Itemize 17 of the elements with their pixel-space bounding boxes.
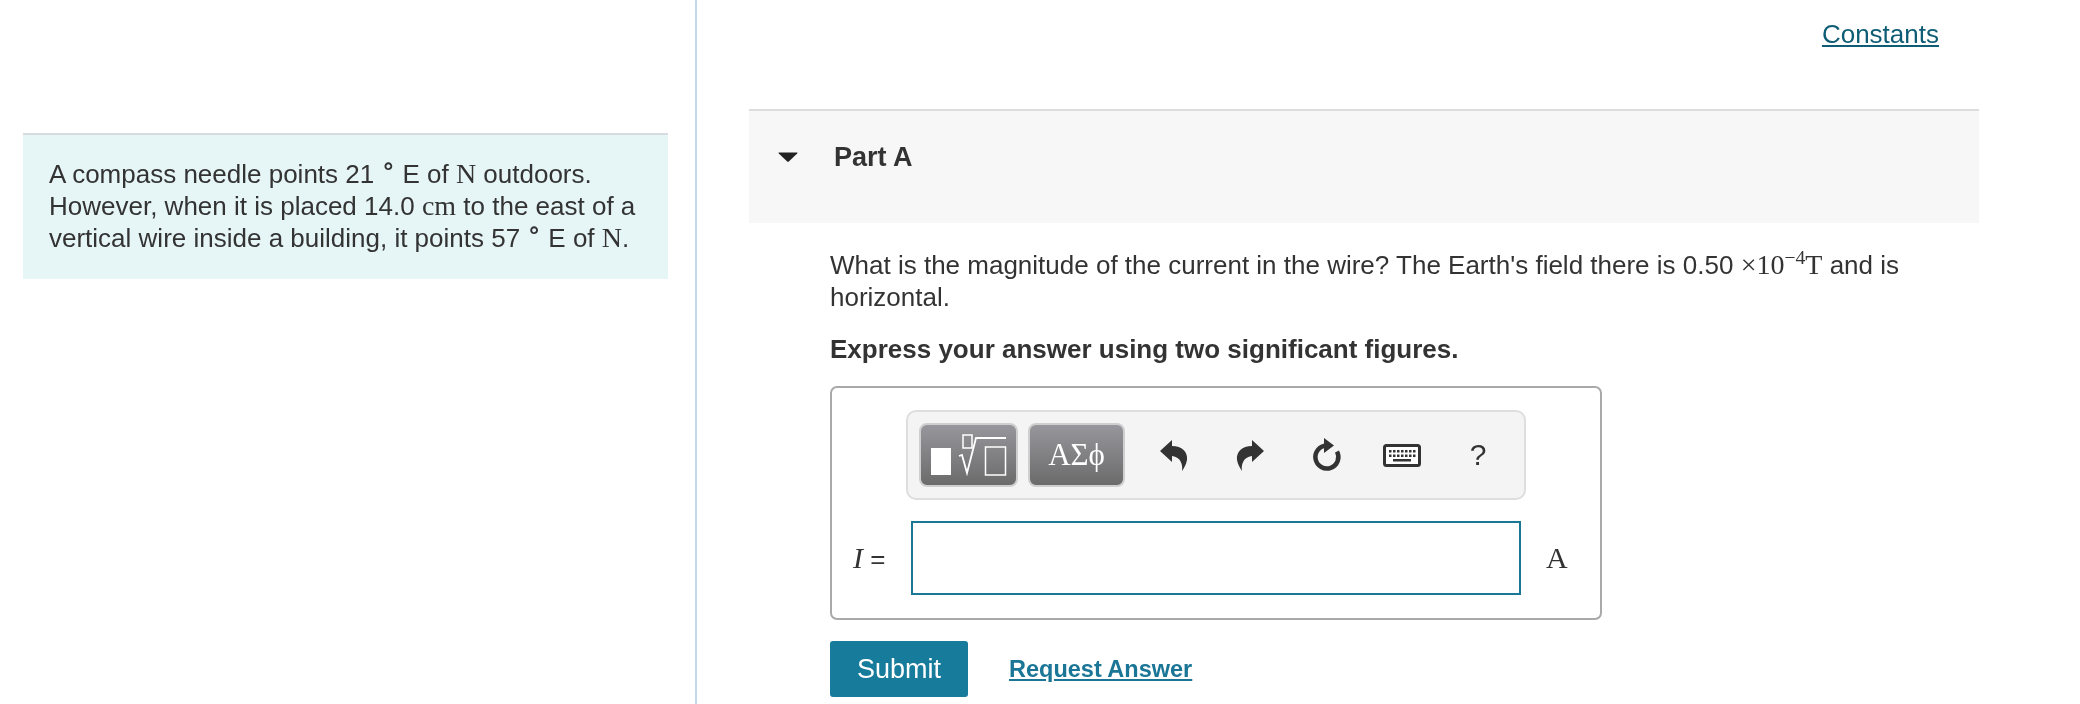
templates-button[interactable] — [919, 423, 1018, 487]
help-button[interactable]: ? — [1440, 423, 1516, 487]
undo-icon — [1160, 439, 1188, 471]
redo-icon — [1236, 439, 1264, 471]
unit-label: A — [1546, 541, 1568, 575]
part-header[interactable]: Part A — [749, 109, 1979, 223]
answer-field[interactable] — [911, 521, 1521, 595]
request-answer-link[interactable]: Request Answer — [1009, 655, 1193, 683]
keyboard-icon — [1383, 443, 1421, 467]
symbols-button[interactable]: ΑΣϕ — [1028, 423, 1125, 487]
variable-label: I = — [853, 541, 887, 575]
constants-link[interactable]: Constants — [1821, 18, 1939, 50]
instruction-text: Express your answer using two significant figures. — [830, 333, 1460, 365]
root-template-icon — [930, 434, 1007, 476]
submit-button[interactable]: Submit — [830, 641, 968, 697]
question-text: What is the magnitude of the current in the wire? The Earth's field there is 0.50 ×10$^{−4}$T and is horizontal. — [830, 249, 1900, 313]
part-title: Part A — [834, 141, 913, 173]
